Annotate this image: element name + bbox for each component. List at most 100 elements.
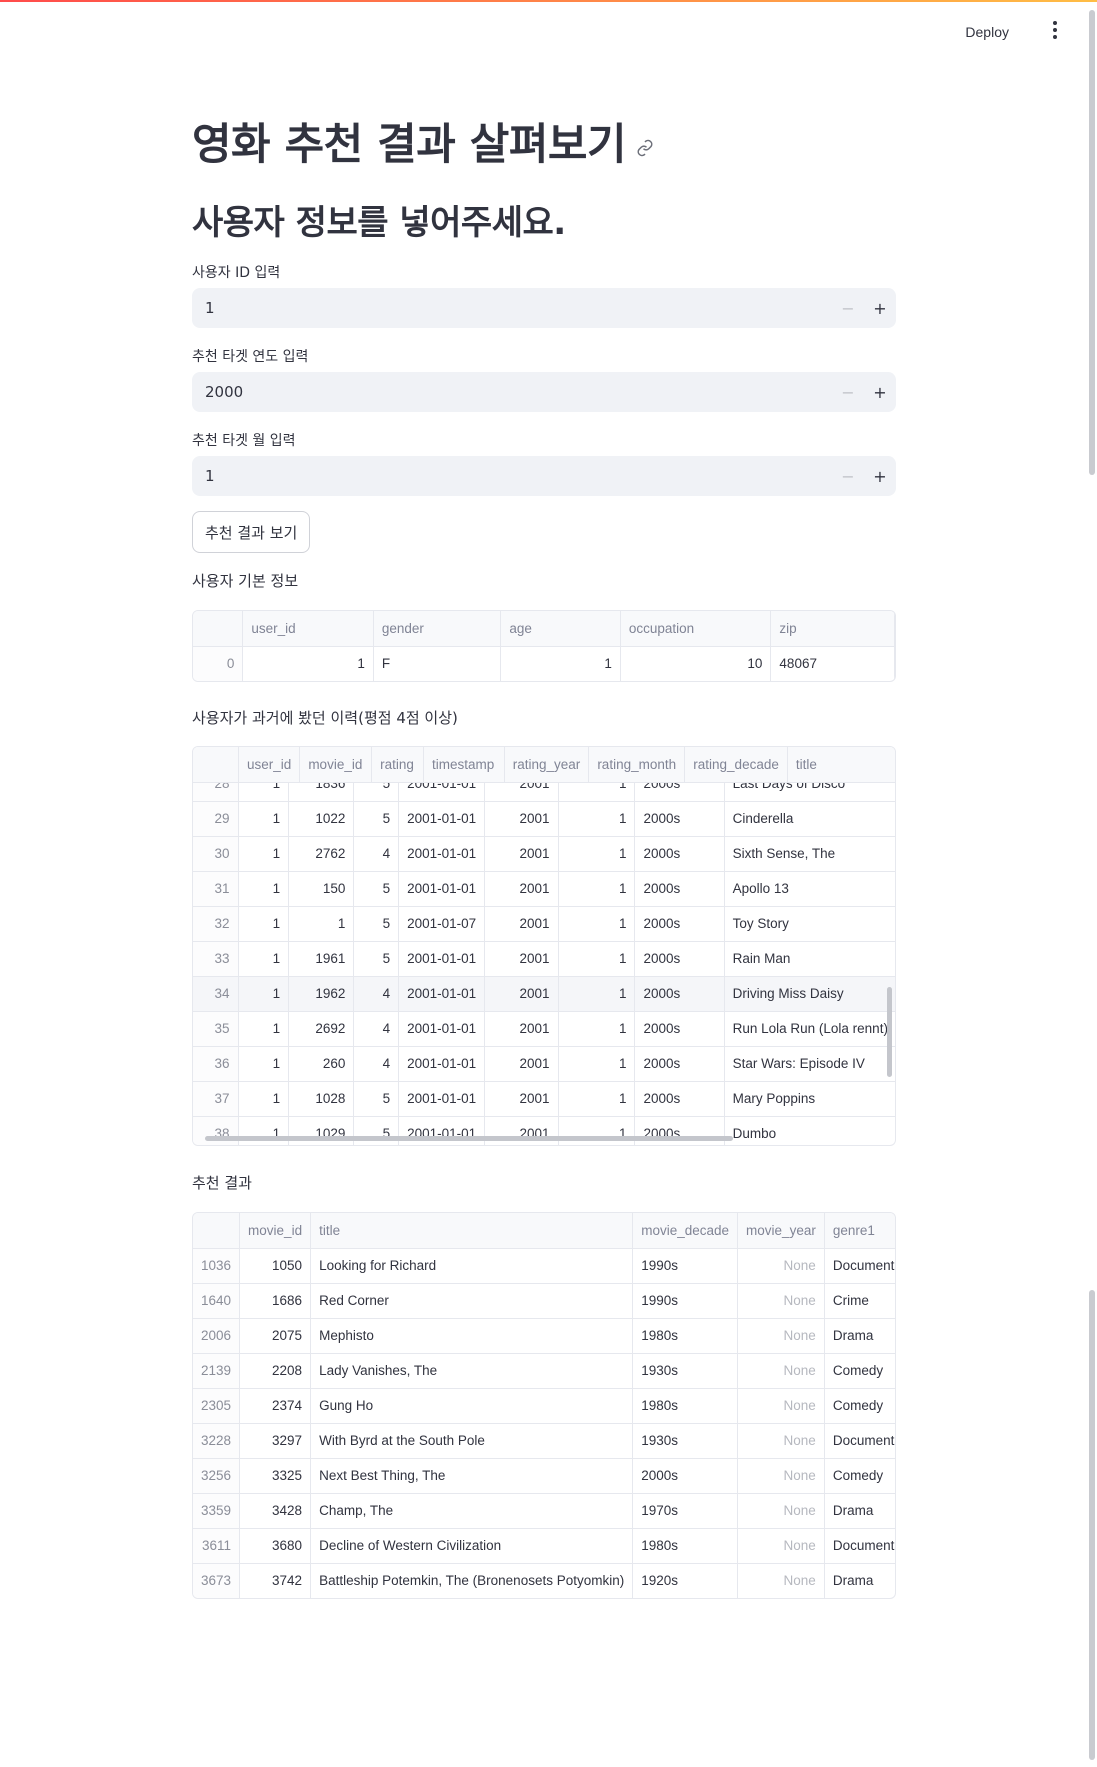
- table-cell[interactable]: 1: [238, 836, 290, 872]
- table-cell[interactable]: Next Best Thing, The: [310, 1458, 634, 1494]
- table-cell[interactable]: Run Lola Run (Lola rennt): [724, 1011, 895, 1047]
- page-scrollbar-thumb-lower[interactable]: [1089, 1290, 1095, 1760]
- history-scroll-area[interactable]: 28 1 1836 5 2001-01-01 2001 1 2000s Last Days of…: [193, 783, 895, 1145]
- table-cell[interactable]: 5: [353, 1081, 400, 1117]
- target-year-input[interactable]: 2000 − +: [192, 372, 896, 412]
- table-cell[interactable]: Drama: [824, 1563, 895, 1598]
- column-header[interactable]: rating_year: [504, 747, 590, 783]
- table-cell[interactable]: 1: [558, 801, 636, 837]
- index-header[interactable]: [193, 747, 240, 783]
- table-row[interactable]: 34 1 1962 4 2001-01-01 2001 1 2000s Driving Miss…: [193, 976, 895, 1012]
- column-header[interactable]: rating_month: [588, 747, 686, 783]
- table-cell[interactable]: 5: [353, 906, 400, 942]
- table-cell[interactable]: 5: [353, 871, 400, 907]
- table-cell[interactable]: Documentary: [824, 1528, 895, 1564]
- column-header[interactable]: movie_year: [737, 1213, 825, 1249]
- table-cell[interactable]: 3680: [239, 1528, 312, 1564]
- table-cell[interactable]: 4: [353, 836, 400, 872]
- table-cell[interactable]: Toy Story: [724, 906, 895, 942]
- table-cell[interactable]: 1962: [288, 976, 355, 1012]
- table-row[interactable]: 3611 3680 Decline of Western Civilization 1…: [193, 1528, 895, 1564]
- table-cell[interactable]: 2000s: [634, 941, 725, 977]
- table-cell[interactable]: 2001-01-01: [398, 836, 486, 872]
- column-header[interactable]: user_id: [238, 747, 301, 783]
- table-cell[interactable]: None: [737, 1458, 825, 1494]
- table-cell[interactable]: Comedy: [824, 1458, 895, 1494]
- table-cell[interactable]: 3742: [239, 1563, 312, 1598]
- table-row[interactable]: 23052374Gung Ho1980sNoneComedyDramaNone: [193, 1388, 895, 1424]
- table-cell[interactable]: 150: [288, 871, 355, 907]
- table-cell[interactable]: 2001: [484, 783, 559, 802]
- table-cell[interactable]: 2000s: [632, 1458, 739, 1494]
- table-cell[interactable]: 1961: [288, 941, 355, 977]
- target-year-decrement-button[interactable]: −: [832, 372, 864, 412]
- table-cell[interactable]: Drama: [824, 1318, 895, 1354]
- table-row[interactable]: 32 1 1 5 2001-01-07 2001 1 2000s Toy Story: [193, 906, 895, 942]
- table-row[interactable]: 36 1 260 4 2001-01-01 2001 1 2000s Star Wars: Ep…: [193, 1046, 895, 1082]
- table-cell[interactable]: 2000s: [634, 976, 725, 1012]
- table-cell[interactable]: F: [373, 646, 502, 681]
- table-cell[interactable]: 1920s: [632, 1563, 739, 1598]
- table-cell[interactable]: 3297: [239, 1423, 312, 1459]
- deploy-button[interactable]: Deploy: [957, 20, 1017, 44]
- table-cell[interactable]: Mary Poppins: [724, 1081, 895, 1117]
- user-id-increment-button[interactable]: +: [864, 288, 896, 328]
- table-cell[interactable]: 2001: [484, 941, 559, 977]
- table-row[interactable]: 37 1 1028 5 2001-01-01 2001 1 2000s Mary Poppins: [193, 1081, 895, 1117]
- table-cell[interactable]: 3428: [239, 1493, 312, 1529]
- show-recommendations-button[interactable]: 추천 결과 보기: [192, 511, 311, 553]
- table-cell[interactable]: 1: [238, 871, 290, 907]
- table-cell[interactable]: 10: [620, 646, 772, 681]
- table-cell[interactable]: 2374: [239, 1388, 312, 1424]
- table-cell[interactable]: 2001: [484, 1011, 559, 1047]
- table-cell[interactable]: Dumbo: [724, 1116, 895, 1145]
- table-cell[interactable]: 1970s: [632, 1493, 739, 1529]
- table-cell[interactable]: 1836: [288, 783, 355, 802]
- table-row[interactable]: 3256 3325 Next Best Thing, The 2000s None Com…: [193, 1458, 895, 1494]
- history-table[interactable]: user_id movie_id rating timestamp rating…: [192, 746, 896, 1146]
- table-cell[interactable]: None: [737, 1318, 825, 1354]
- column-header[interactable]: zip: [770, 611, 895, 647]
- table-cell[interactable]: 1: [558, 941, 636, 977]
- table-cell[interactable]: 2000s: [634, 836, 725, 872]
- table-cell[interactable]: 1930s: [632, 1353, 739, 1389]
- table-row[interactable]: 3228 3297 With Byrd at the South Pole 1930s…: [193, 1423, 895, 1459]
- table-cell[interactable]: 2075: [239, 1318, 312, 1354]
- table-cell[interactable]: 2001-01-01: [398, 1046, 486, 1082]
- table-cell[interactable]: 1980s: [632, 1388, 739, 1424]
- table-row[interactable]: 30 1 2762 4 2001-01-01 2001 1 2000s Sixth Sense,…: [193, 836, 895, 872]
- table-cell[interactable]: Looking for Richard: [310, 1248, 634, 1284]
- column-header[interactable]: title: [310, 1213, 634, 1249]
- table-cell[interactable]: Battleship Potemkin, The (Bronenosets Po…: [310, 1563, 634, 1598]
- table-cell[interactable]: 1: [238, 783, 290, 802]
- table-cell[interactable]: 2001-01-01: [398, 976, 486, 1012]
- column-header[interactable]: title: [787, 747, 895, 783]
- column-header[interactable]: age: [500, 611, 621, 647]
- column-header[interactable]: movie_decade: [632, 1213, 739, 1249]
- table-cell[interactable]: None: [737, 1283, 825, 1319]
- table-cell[interactable]: 2000s: [634, 1046, 725, 1082]
- table-cell[interactable]: 2000s: [634, 871, 725, 907]
- table-cell[interactable]: 1: [238, 906, 290, 942]
- table-cell[interactable]: 1: [558, 871, 636, 907]
- table-cell[interactable]: 2001: [484, 836, 559, 872]
- table-cell[interactable]: 5: [353, 801, 400, 837]
- table-cell[interactable]: None: [737, 1353, 825, 1389]
- table-cell[interactable]: Star Wars: Episode IV: [724, 1046, 895, 1082]
- table-cell[interactable]: 2000s: [634, 906, 725, 942]
- table-cell[interactable]: Red Corner: [310, 1283, 634, 1319]
- table-cell[interactable]: 1: [558, 1011, 636, 1047]
- table-cell[interactable]: Apollo 13: [724, 871, 895, 907]
- table-cell[interactable]: 2001: [484, 1046, 559, 1082]
- table-cell[interactable]: 2001: [484, 1081, 559, 1117]
- table-cell[interactable]: 1990s: [632, 1248, 739, 1284]
- table-cell[interactable]: 2000s: [634, 1081, 725, 1117]
- table-cell[interactable]: 1050: [239, 1248, 312, 1284]
- table-row[interactable]: 0 1 F 1 10 48067: [193, 646, 895, 681]
- table-cell[interactable]: 2001: [484, 871, 559, 907]
- table-cell[interactable]: None: [737, 1528, 825, 1564]
- column-header[interactable]: movie_id: [239, 1213, 312, 1249]
- table-cell[interactable]: 3325: [239, 1458, 312, 1494]
- table-cell[interactable]: 1: [558, 976, 636, 1012]
- link-icon[interactable]: [636, 139, 654, 157]
